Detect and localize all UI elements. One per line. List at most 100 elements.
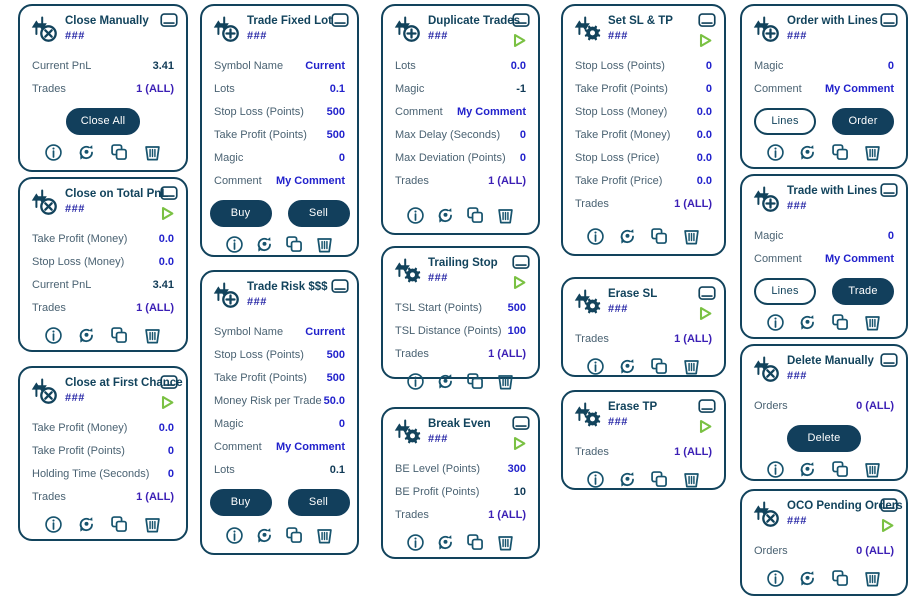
card-row[interactable]: Trades 1 (ALL) [574,193,713,216]
card-row[interactable]: Take Profit (Money) 0.0 [31,228,175,251]
row-value[interactable]: 0.0 [159,422,174,435]
row-value[interactable]: 0 [520,129,526,142]
close-all-button[interactable]: Close All [66,108,140,135]
row-value[interactable]: My Comment [276,441,345,454]
info-icon[interactable] [766,569,785,588]
info-icon[interactable] [44,515,63,534]
row-value[interactable]: My Comment [276,175,345,188]
row-value[interactable]: 0 [168,468,174,481]
trash-icon[interactable] [863,143,882,162]
minimize-icon[interactable] [160,375,178,389]
info-icon[interactable] [586,227,605,246]
trash-icon[interactable] [315,235,334,254]
play-icon[interactable] [698,33,713,48]
card-row[interactable]: TSL Start (Points) 500 [394,297,527,320]
card-row[interactable]: Orders 0 (ALL) [753,395,895,418]
copy-icon[interactable] [110,515,129,534]
card-row[interactable]: Comment My Comment [394,101,527,124]
minimize-icon[interactable] [512,13,530,27]
card-row[interactable]: Trades 1 (ALL) [574,441,713,464]
card-row[interactable]: BE Level (Points) 300 [394,458,527,481]
card-row[interactable]: Comment My Comment [753,248,895,271]
card-row[interactable]: Comment My Comment [213,170,346,193]
refresh-icon[interactable] [618,227,637,246]
refresh-icon[interactable] [436,533,455,552]
minimize-icon[interactable] [880,353,898,367]
info-icon[interactable] [766,313,785,332]
card-row[interactable]: Stop Loss (Price) 0.0 [574,147,713,170]
copy-icon[interactable] [285,235,304,254]
row-value[interactable]: 0.1 [330,464,345,477]
trash-icon[interactable] [863,460,882,479]
card-row[interactable]: Take Profit (Points) 0 [31,440,175,463]
copy-icon[interactable] [831,460,850,479]
copy-icon[interactable] [110,143,129,162]
card-row[interactable]: Magic 0 [753,55,895,78]
info-icon[interactable] [44,326,63,345]
copy-icon[interactable] [285,526,304,545]
row-value[interactable]: 0 [888,230,894,243]
refresh-icon[interactable] [255,235,274,254]
row-value[interactable]: 1 (ALL) [674,198,712,211]
play-icon[interactable] [698,419,713,434]
trash-icon[interactable] [682,357,701,376]
row-value[interactable]: 0.0 [697,152,712,165]
row-value[interactable]: 100 [508,325,526,338]
row-value[interactable]: 500 [327,106,345,119]
row-value[interactable]: 50.0 [324,395,345,408]
card-row[interactable]: Stop Loss (Money) 0.0 [31,251,175,274]
card-row[interactable]: Trades 1 (ALL) [31,297,175,320]
play-icon[interactable] [880,518,895,533]
card-row[interactable]: Take Profit (Price) 0.0 [574,170,713,193]
refresh-icon[interactable] [618,357,637,376]
card-row[interactable]: Take Profit (Points) 500 [213,367,346,390]
card-row[interactable]: Symbol Name Current [213,321,346,344]
row-value[interactable]: 0.0 [697,175,712,188]
refresh-icon[interactable] [798,569,817,588]
copy-icon[interactable] [650,357,669,376]
minimize-icon[interactable] [331,279,349,293]
card-row[interactable]: Current PnL 3.41 [31,274,175,297]
refresh-icon[interactable] [798,143,817,162]
card-row[interactable]: Trades 1 (ALL) [31,486,175,509]
row-value[interactable]: 1 (ALL) [136,491,174,504]
row-value[interactable]: My Comment [825,253,894,266]
play-icon[interactable] [512,275,527,290]
trash-icon[interactable] [682,227,701,246]
card-row[interactable]: Trades 1 (ALL) [574,328,713,351]
card-row[interactable]: Magic 0 [213,147,346,170]
trash-icon[interactable] [863,569,882,588]
row-value[interactable]: 1 (ALL) [674,333,712,346]
row-value[interactable]: 500 [327,129,345,142]
trash-icon[interactable] [143,143,162,162]
copy-icon[interactable] [831,143,850,162]
card-row[interactable]: Take Profit (Money) 0.0 [574,124,713,147]
row-value[interactable]: 0 [520,152,526,165]
card-row[interactable]: Stop Loss (Points) 500 [213,101,346,124]
row-value[interactable]: 500 [327,372,345,385]
card-row[interactable]: Money Risk per Trade 50.0 [213,390,346,413]
row-value[interactable]: 0 (ALL) [856,400,894,413]
card-row[interactable]: Take Profit (Money) 0.0 [31,417,175,440]
minimize-icon[interactable] [698,286,716,300]
refresh-icon[interactable] [77,515,96,534]
trash-icon[interactable] [496,372,515,391]
card-row[interactable]: Max Deviation (Points) 0 [394,147,527,170]
minimize-icon[interactable] [880,183,898,197]
copy-icon[interactable] [466,372,485,391]
sell-button[interactable]: Sell [287,489,350,516]
row-value[interactable]: 3.41 [153,279,174,292]
info-icon[interactable] [406,372,425,391]
refresh-icon[interactable] [798,460,817,479]
buy-button[interactable]: Buy [209,200,272,227]
info-icon[interactable] [586,357,605,376]
minimize-icon[interactable] [698,399,716,413]
row-value[interactable]: -1 [516,83,526,96]
copy-icon[interactable] [831,569,850,588]
row-value[interactable]: 1 (ALL) [488,175,526,188]
row-value[interactable]: 0.1 [330,83,345,96]
copy-icon[interactable] [831,313,850,332]
card-row[interactable]: BE Profit (Points) 10 [394,481,527,504]
card-row[interactable]: Comment My Comment [213,436,346,459]
lines-button[interactable]: Lines [754,278,816,305]
